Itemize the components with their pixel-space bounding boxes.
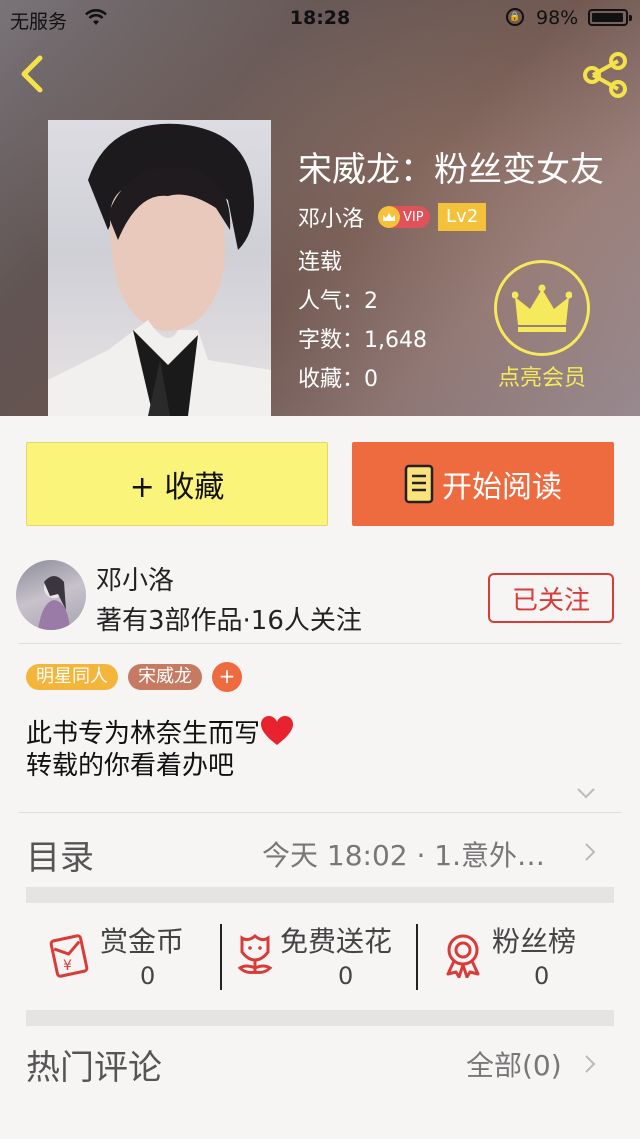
cover-portrait [48, 123, 271, 416]
member-label: 点亮会员 [497, 366, 586, 391]
status-bar: 无服务 18:28 🔒 98% [0, 0, 640, 36]
divider [220, 924, 222, 990]
crown-icon [494, 260, 590, 356]
back-arrow-icon[interactable] [14, 54, 54, 94]
fan-ranking-label: 粉丝榜 [492, 925, 577, 958]
follow-button[interactable]: 已关注 [488, 573, 614, 623]
member-button[interactable]: 点亮会员 [490, 260, 594, 392]
chevron-down-icon[interactable] [576, 786, 596, 800]
start-reading-button[interactable]: 开始阅读 [352, 442, 614, 526]
author-row: 邓小洛 VIP Lv2 [298, 200, 487, 234]
section-divider [26, 1010, 614, 1026]
tag-item[interactable]: 明星同人 [26, 664, 118, 690]
book-description: 此书专为林奈生而写 转载的你看着办吧 [26, 716, 294, 782]
book-icon [404, 464, 434, 504]
section-divider [26, 887, 614, 903]
book-status: 连载 [298, 250, 343, 275]
book-title: 宋威龙：粉丝变女友 [298, 150, 604, 190]
reward-coins-label: 赏金币 [100, 925, 185, 958]
description-line-1: 此书专为林奈生而写 [26, 719, 261, 749]
svg-text:¥: ¥ [63, 958, 72, 974]
hot-comments-label: 热门评论 [26, 1048, 162, 1088]
divider [18, 643, 622, 644]
vip-label: VIP [403, 209, 424, 225]
level-badge: Lv2 [438, 203, 487, 231]
heart-icon [261, 716, 294, 745]
add-favorite-button[interactable]: + 收藏 [26, 442, 328, 526]
battery-icon [588, 9, 632, 26]
divider [18, 812, 622, 813]
toc-latest-chapter: 今天 18:02 · 1.意外… [262, 839, 546, 872]
tag-item[interactable]: 宋威龙 [128, 664, 202, 690]
divider [416, 924, 418, 990]
fan-ranking-value: 0 [534, 962, 550, 990]
author-avatar[interactable] [16, 560, 86, 630]
fan-ranking[interactable]: 粉丝榜 0 [440, 920, 600, 996]
reward-coins[interactable]: ¥ 赏金币 0 [46, 920, 206, 996]
crown-icon [378, 206, 401, 228]
free-flowers-label: 免费送花 [280, 925, 393, 958]
author-name[interactable]: 邓小洛 [298, 201, 364, 233]
reward-coins-value: 0 [140, 962, 156, 990]
description-line-2: 转载的你看着办吧 [26, 751, 235, 781]
start-reading-label: 开始阅读 [442, 470, 562, 505]
chevron-right-icon [585, 843, 596, 861]
book-cover-image[interactable] [48, 120, 271, 416]
add-tag-button[interactable]: + [212, 662, 242, 692]
book-popularity: 人气：2 [298, 289, 378, 314]
medal-icon [446, 934, 480, 978]
red-envelope-icon: ¥ [49, 934, 89, 978]
book-word-count: 字数：1,648 [298, 328, 427, 353]
all-comments-link[interactable]: 全部(0) [466, 1044, 562, 1084]
share-icon[interactable] [580, 52, 630, 98]
battery-percent: 98% [536, 7, 579, 29]
toc-label: 目录 [26, 838, 94, 878]
tag-list: 明星同人 宋威龙 + [26, 662, 252, 692]
author-card-stats: 著有3部作品·16人关注 [96, 606, 362, 636]
author-card-name[interactable]: 邓小洛 [96, 560, 174, 597]
book-favorites: 收藏：0 [298, 367, 378, 392]
vip-badge: VIP [378, 206, 431, 228]
free-flowers[interactable]: 免费送花 0 [232, 920, 412, 996]
flower-icon [237, 934, 273, 974]
chevron-right-icon [585, 1055, 596, 1073]
free-flowers-value: 0 [338, 962, 354, 990]
rotation-lock-icon: 🔒 [506, 8, 524, 26]
